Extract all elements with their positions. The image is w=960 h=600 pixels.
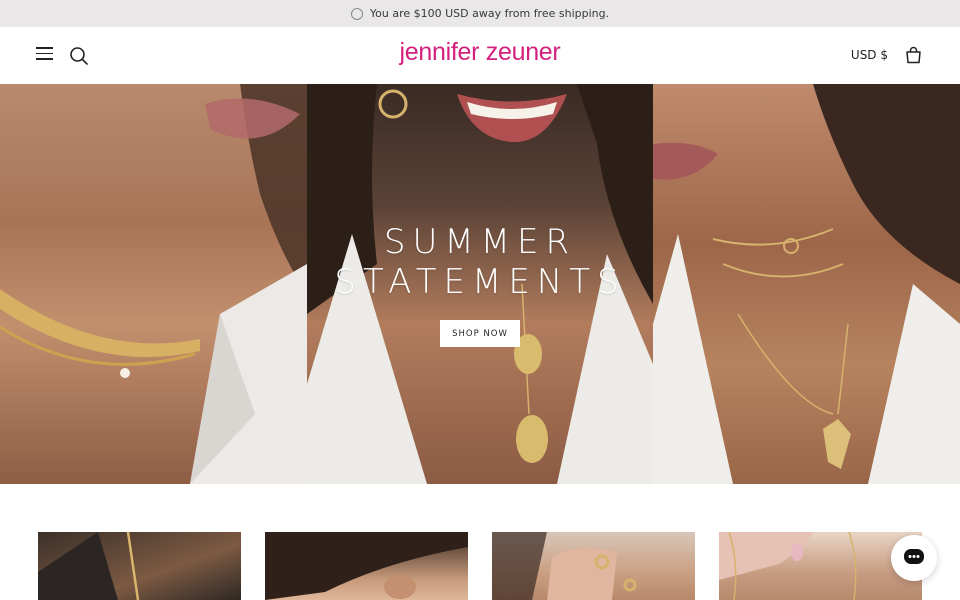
progress-ring-icon	[350, 7, 363, 20]
product-tile-2[interactable]	[265, 532, 468, 600]
product-tile-1[interactable]	[38, 532, 241, 600]
announcement-text: You are $100 USD away from free shipping…	[369, 7, 610, 20]
brand-logo[interactable]: jennifer zeuner	[0, 38, 960, 67]
hero-banner[interactable]: SUMMER STATEMENTS SHOP NOW	[0, 84, 960, 484]
hero-title: SUMMER STATEMENTS	[0, 222, 960, 302]
announcement-bar: You are $100 USD away from free shipping…	[0, 0, 960, 27]
currency-selector[interactable]: USD $	[851, 48, 888, 62]
chat-button[interactable]	[891, 535, 937, 581]
shop-now-button[interactable]: SHOP NOW	[440, 320, 520, 347]
site-header: jennifer zeuner USD $	[0, 27, 960, 84]
hero-title-line1: SUMMER	[383, 222, 577, 262]
product-tile-3[interactable]	[492, 532, 695, 600]
chat-icon	[904, 549, 924, 564]
hero-title-line2: STATEMENTS	[334, 262, 626, 302]
cart-icon[interactable]	[905, 46, 922, 64]
